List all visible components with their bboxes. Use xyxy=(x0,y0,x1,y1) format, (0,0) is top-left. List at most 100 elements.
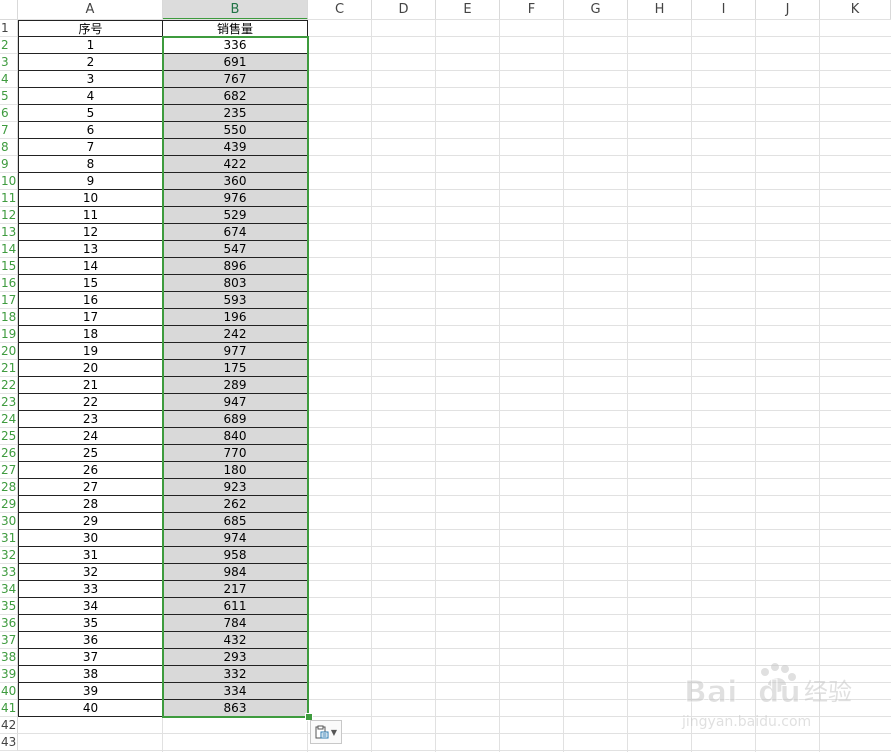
row-header-41[interactable]: 41 xyxy=(0,700,18,717)
column-header-h[interactable]: H xyxy=(628,0,692,20)
cell-seq[interactable]: 14 xyxy=(18,258,163,275)
header-cell-sales[interactable]: 销售量 xyxy=(163,20,308,37)
cell-seq[interactable]: 16 xyxy=(18,292,163,309)
cell-seq[interactable]: 18 xyxy=(18,326,163,343)
cell-sales[interactable]: 770 xyxy=(163,445,308,462)
cell-sales[interactable]: 439 xyxy=(163,139,308,156)
cell-seq[interactable]: 4 xyxy=(18,88,163,105)
cell-seq[interactable]: 23 xyxy=(18,411,163,428)
cell-seq[interactable]: 13 xyxy=(18,241,163,258)
cell-sales[interactable]: 976 xyxy=(163,190,308,207)
cell-sales[interactable]: 767 xyxy=(163,71,308,88)
row-header-20[interactable]: 20 xyxy=(0,343,18,360)
cell-sales[interactable]: 242 xyxy=(163,326,308,343)
row-header-15[interactable]: 15 xyxy=(0,258,18,275)
cell-sales[interactable]: 336 xyxy=(163,37,308,54)
cell-sales[interactable]: 958 xyxy=(163,547,308,564)
row-header-43[interactable]: 43 xyxy=(0,734,18,751)
cell-sales[interactable]: 175 xyxy=(163,360,308,377)
cell-sales[interactable]: 923 xyxy=(163,479,308,496)
cell-seq[interactable]: 2 xyxy=(18,54,163,71)
row-header-17[interactable]: 17 xyxy=(0,292,18,309)
cell-seq[interactable]: 33 xyxy=(18,581,163,598)
row-header-21[interactable]: 21 xyxy=(0,360,18,377)
row-header-42[interactable]: 42 xyxy=(0,717,18,734)
row-header-22[interactable]: 22 xyxy=(0,377,18,394)
cell-sales[interactable]: 180 xyxy=(163,462,308,479)
column-header-k[interactable]: K xyxy=(820,0,891,20)
cell-sales[interactable]: 593 xyxy=(163,292,308,309)
row-header-4[interactable]: 4 xyxy=(0,71,18,88)
cell-sales[interactable]: 293 xyxy=(163,649,308,666)
cell-sales[interactable]: 217 xyxy=(163,581,308,598)
row-header-12[interactable]: 12 xyxy=(0,207,18,224)
cell-sales[interactable]: 262 xyxy=(163,496,308,513)
row-header-7[interactable]: 7 xyxy=(0,122,18,139)
cell-seq[interactable]: 31 xyxy=(18,547,163,564)
row-header-5[interactable]: 5 xyxy=(0,88,18,105)
cell-seq[interactable]: 15 xyxy=(18,275,163,292)
row-header-34[interactable]: 34 xyxy=(0,581,18,598)
cell-seq[interactable]: 7 xyxy=(18,139,163,156)
cell-sales[interactable]: 289 xyxy=(163,377,308,394)
cell-seq[interactable]: 22 xyxy=(18,394,163,411)
cell-sales[interactable]: 803 xyxy=(163,275,308,292)
cell-seq[interactable]: 6 xyxy=(18,122,163,139)
cell-seq[interactable]: 8 xyxy=(18,156,163,173)
cell-sales[interactable]: 235 xyxy=(163,105,308,122)
cell-sales[interactable]: 674 xyxy=(163,224,308,241)
select-all-corner[interactable] xyxy=(0,0,18,20)
cell-seq[interactable]: 40 xyxy=(18,700,163,717)
cell-sales[interactable]: 332 xyxy=(163,666,308,683)
row-header-13[interactable]: 13 xyxy=(0,224,18,241)
row-header-36[interactable]: 36 xyxy=(0,615,18,632)
cell-sales[interactable]: 840 xyxy=(163,428,308,445)
cell-seq[interactable]: 20 xyxy=(18,360,163,377)
cell-sales[interactable]: 984 xyxy=(163,564,308,581)
cell-seq[interactable]: 11 xyxy=(18,207,163,224)
cell-seq[interactable]: 3 xyxy=(18,71,163,88)
cell-sales[interactable]: 196 xyxy=(163,309,308,326)
cell-seq[interactable]: 30 xyxy=(18,530,163,547)
column-header-b[interactable]: B xyxy=(163,0,308,20)
cell-sales[interactable]: 685 xyxy=(163,513,308,530)
row-header-16[interactable]: 16 xyxy=(0,275,18,292)
cell-sales[interactable]: 432 xyxy=(163,632,308,649)
row-header-26[interactable]: 26 xyxy=(0,445,18,462)
cell-seq[interactable]: 38 xyxy=(18,666,163,683)
cell-sales[interactable]: 689 xyxy=(163,411,308,428)
column-header-c[interactable]: C xyxy=(308,0,372,20)
row-header-11[interactable]: 11 xyxy=(0,190,18,207)
cell-seq[interactable]: 10 xyxy=(18,190,163,207)
spreadsheet-grid[interactable]: A B C D E F G H I J K 1 2 3 4 5 6 7 8 9 10 11 12 13 14 15 16 17 18 19… xyxy=(0,0,891,752)
cell-sales[interactable]: 611 xyxy=(163,598,308,615)
cell-sales[interactable]: 977 xyxy=(163,343,308,360)
cell-sales[interactable]: 784 xyxy=(163,615,308,632)
row-header-38[interactable]: 38 xyxy=(0,649,18,666)
row-header-24[interactable]: 24 xyxy=(0,411,18,428)
row-header-31[interactable]: 31 xyxy=(0,530,18,547)
column-header-a[interactable]: A xyxy=(18,0,163,20)
cell-seq[interactable]: 1 xyxy=(18,37,163,54)
cell-sales[interactable]: 550 xyxy=(163,122,308,139)
cell-seq[interactable]: 25 xyxy=(18,445,163,462)
cell-sales[interactable]: 947 xyxy=(163,394,308,411)
cell-sales[interactable]: 529 xyxy=(163,207,308,224)
row-header-28[interactable]: 28 xyxy=(0,479,18,496)
row-header-2[interactable]: 2 xyxy=(0,37,18,54)
row-header-35[interactable]: 35 xyxy=(0,598,18,615)
column-header-e[interactable]: E xyxy=(436,0,500,20)
paste-options-button[interactable]: ▼ xyxy=(310,720,342,744)
row-header-39[interactable]: 39 xyxy=(0,666,18,683)
cell-seq[interactable]: 34 xyxy=(18,598,163,615)
cell-seq[interactable]: 36 xyxy=(18,632,163,649)
header-cell-seq[interactable]: 序号 xyxy=(18,20,163,37)
row-header-9[interactable]: 9 xyxy=(0,156,18,173)
row-header-6[interactable]: 6 xyxy=(0,105,18,122)
cell-seq[interactable]: 35 xyxy=(18,615,163,632)
cell-seq[interactable]: 21 xyxy=(18,377,163,394)
cell-seq[interactable]: 27 xyxy=(18,479,163,496)
row-header-33[interactable]: 33 xyxy=(0,564,18,581)
row-header-30[interactable]: 30 xyxy=(0,513,18,530)
row-header-19[interactable]: 19 xyxy=(0,326,18,343)
